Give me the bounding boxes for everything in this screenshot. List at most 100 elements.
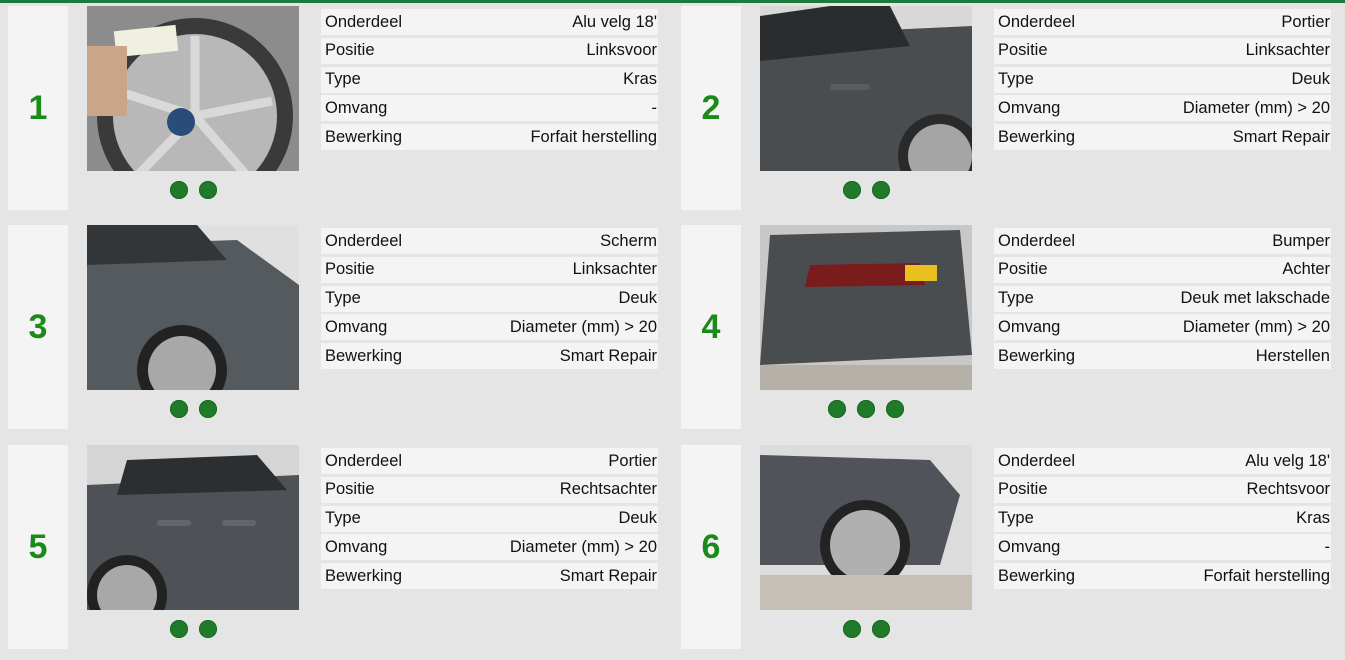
damage-photo[interactable] xyxy=(760,225,972,390)
value-type: Deuk xyxy=(618,509,657,528)
value-position: Rechtsvoor xyxy=(1246,480,1330,499)
detail-row-position: Positie Linksvoor xyxy=(321,37,658,64)
label-part: Onderdeel xyxy=(325,12,403,31)
detail-row-type: Type Kras xyxy=(994,505,1331,532)
damage-card: 1 Onderdeel Alu velg 18' Positie Linksvoor… xyxy=(8,6,670,210)
damage-card: 3 Onderdeel Scherm Positie Linksachter Typ… xyxy=(8,225,670,429)
damage-number: 1 xyxy=(28,88,48,127)
label-type: Type xyxy=(325,70,361,89)
detail-row-part: Onderdeel Alu velg 18' xyxy=(321,9,658,35)
value-position: Linksachter xyxy=(572,260,657,279)
damage-number-cell: 2 xyxy=(681,6,741,210)
door-photo-image xyxy=(760,6,972,171)
detail-row-extent: Omvang Diameter (mm) > 20 xyxy=(321,534,658,561)
photo-dot[interactable] xyxy=(871,620,890,638)
label-extent: Omvang xyxy=(325,537,388,556)
value-extent: - xyxy=(1324,537,1331,556)
label-part: Onderdeel xyxy=(325,451,403,470)
damage-details: Onderdeel Scherm Positie Linksachter Type D… xyxy=(321,228,658,372)
detail-row-type: Type Deuk xyxy=(321,285,658,312)
photo-dot[interactable] xyxy=(169,620,188,638)
label-type: Type xyxy=(325,509,361,528)
damage-photo[interactable] xyxy=(760,445,972,610)
value-action: Smart Repair xyxy=(1232,127,1330,146)
label-type: Type xyxy=(998,70,1034,89)
photo-dot[interactable] xyxy=(169,181,188,199)
damage-card: 5 Onderdeel Portier Positie Rechtsachter T… xyxy=(8,445,670,649)
value-type: Kras xyxy=(623,70,657,89)
damage-photo[interactable] xyxy=(87,225,299,390)
value-part: Portier xyxy=(1281,12,1330,31)
value-type: Deuk xyxy=(1291,70,1330,89)
label-type: Type xyxy=(998,289,1034,308)
value-action: Forfait herstelling xyxy=(530,127,657,146)
door-right-photo-image xyxy=(87,445,299,610)
value-type: Deuk xyxy=(618,289,657,308)
label-part: Onderdeel xyxy=(998,451,1076,470)
value-action: Smart Repair xyxy=(559,346,657,365)
label-position: Positie xyxy=(998,41,1048,60)
detail-row-position: Positie Linksachter xyxy=(321,256,658,283)
wheel-photo-image xyxy=(87,6,299,171)
value-extent: Diameter (mm) > 20 xyxy=(509,317,657,336)
photo-dot[interactable] xyxy=(198,400,217,418)
value-position: Achter xyxy=(1282,260,1330,279)
label-extent: Omvang xyxy=(998,317,1061,336)
photo-dot[interactable] xyxy=(871,181,890,199)
label-action: Bewerking xyxy=(998,127,1076,146)
label-position: Positie xyxy=(325,480,375,499)
label-action: Bewerking xyxy=(998,346,1076,365)
photo-dot[interactable] xyxy=(198,620,217,638)
detail-row-action: Bewerking Forfait herstelling xyxy=(321,124,658,151)
detail-row-action: Bewerking Forfait herstelling xyxy=(994,563,1331,590)
detail-row-position: Positie Rechtsachter xyxy=(321,476,658,503)
damage-number: 5 xyxy=(28,527,48,566)
detail-row-action: Bewerking Smart Repair xyxy=(321,563,658,590)
detail-row-part: Onderdeel Alu velg 18' xyxy=(994,448,1331,474)
detail-row-action: Bewerking Smart Repair xyxy=(321,343,658,370)
detail-row-position: Positie Linksachter xyxy=(994,37,1331,64)
detail-row-part: Onderdeel Scherm xyxy=(321,228,658,254)
photo-pagination xyxy=(760,620,972,638)
damage-photo[interactable] xyxy=(87,445,299,610)
label-part: Onderdeel xyxy=(998,231,1076,250)
photo-dot[interactable] xyxy=(857,400,875,418)
damage-photo[interactable] xyxy=(87,6,299,171)
value-extent: Diameter (mm) > 20 xyxy=(509,537,657,556)
photo-dot[interactable] xyxy=(198,181,217,199)
photo-pagination xyxy=(87,620,299,638)
label-action: Bewerking xyxy=(998,566,1076,585)
detail-row-type: Type Kras xyxy=(321,66,658,93)
photo-dot[interactable] xyxy=(828,400,846,418)
photo-dot[interactable] xyxy=(842,181,861,199)
label-action: Bewerking xyxy=(325,346,403,365)
detail-row-type: Type Deuk xyxy=(321,505,658,532)
value-part: Alu velg 18' xyxy=(572,12,657,31)
damage-details: Onderdeel Alu velg 18' Positie Rechtsvoor … xyxy=(994,448,1331,592)
damage-number-cell: 6 xyxy=(681,445,741,649)
label-position: Positie xyxy=(325,41,375,60)
photo-dot[interactable] xyxy=(842,620,861,638)
label-extent: Omvang xyxy=(998,98,1061,117)
photo-dot[interactable] xyxy=(169,400,188,418)
label-type: Type xyxy=(325,289,361,308)
photo-pagination xyxy=(760,181,972,199)
damage-card: 6 Onderdeel Alu velg 18' Positie Rechtsvoo… xyxy=(681,445,1343,649)
value-position: Rechtsachter xyxy=(559,480,657,499)
photo-pagination xyxy=(87,181,299,199)
front-wheel-photo-image xyxy=(760,445,972,610)
damage-number: 3 xyxy=(28,307,48,346)
header-accent-bar xyxy=(0,0,1345,3)
detail-row-type: Type Deuk xyxy=(994,66,1331,93)
detail-row-part: Onderdeel Portier xyxy=(321,448,658,474)
detail-row-extent: Omvang - xyxy=(321,95,658,122)
damage-details: Onderdeel Portier Positie Linksachter Type… xyxy=(994,9,1331,153)
detail-row-part: Onderdeel Portier xyxy=(994,9,1331,35)
detail-row-action: Bewerking Herstellen xyxy=(994,343,1331,370)
photo-pagination xyxy=(760,400,972,418)
damage-card: 2 Onderdeel Portier Positie Linksachter Ty… xyxy=(681,6,1343,210)
damage-photo[interactable] xyxy=(760,6,972,171)
damage-details: Onderdeel Portier Positie Rechtsachter Typ… xyxy=(321,448,658,592)
label-part: Onderdeel xyxy=(998,12,1076,31)
photo-dot[interactable] xyxy=(886,400,904,418)
